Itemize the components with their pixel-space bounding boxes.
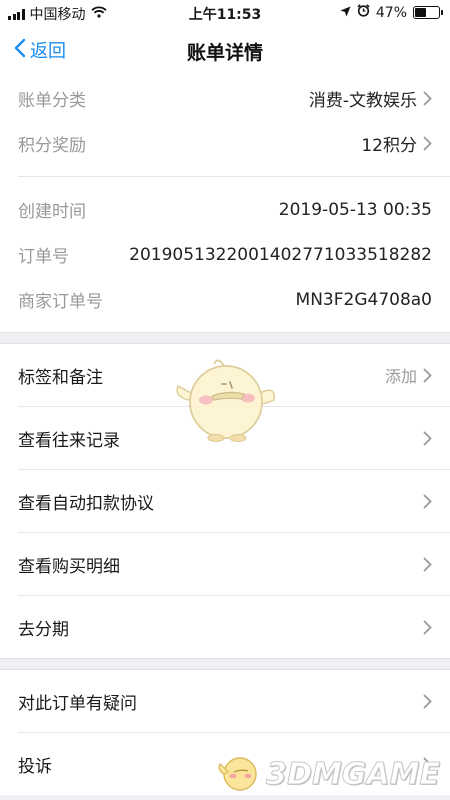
order-number-row: 订单号 20190513220014027710335182­82 (0, 232, 450, 277)
bill-category-row[interactable]: 账单分类 消费-文教娱乐 (0, 76, 450, 121)
battery-percent: 47% (375, 4, 407, 21)
created-time-label: 创建时间 (18, 202, 86, 222)
order-question-label: 对此订单有疑问 (18, 693, 137, 714)
created-time-row: 创建时间 2019-05-13 00:35 (0, 187, 450, 232)
support-group: 对此订单有疑问 投诉 (0, 670, 450, 795)
created-time-value: 2019-05-13 00:35 (278, 199, 432, 220)
points-reward-row[interactable]: 积分奖励 12积分 (0, 121, 450, 166)
bill-category-label: 账单分类 (18, 91, 86, 111)
chevron-right-icon (423, 494, 432, 509)
chevron-right-icon (423, 431, 432, 446)
order-number-label: 订单号 (18, 247, 69, 267)
page-title: 账单详情 (186, 42, 263, 64)
complaint-row[interactable]: 投诉 (0, 733, 450, 795)
add-label: 添加 (384, 367, 417, 386)
chevron-right-icon (423, 694, 432, 709)
complaint-label: 投诉 (18, 756, 52, 777)
points-reward-value[interactable]: 12积分 (361, 131, 432, 156)
tags-notes-label: 标签和备注 (18, 367, 103, 388)
tags-notes-row[interactable]: 标签和备注 添加 (0, 344, 450, 406)
nav-bar: 返回 账单详情 (0, 26, 450, 76)
points-reward-label: 积分奖励 (18, 136, 86, 156)
installment-label: 去分期 (18, 619, 69, 640)
back-label: 返回 (30, 41, 66, 62)
merchant-order-value: MN3F2G4708a0 (295, 289, 432, 310)
auto-debit-agreement-row[interactable]: 查看自动扣款协议 (0, 470, 450, 532)
actions-group: 标签和备注 添加 查看往来记录 查看自动扣款协议 查看购买明细 去分期 (0, 344, 450, 658)
battery-level-fill (415, 8, 426, 17)
status-right: 47% (340, 4, 443, 21)
section-gap (0, 332, 450, 344)
back-button[interactable]: 返回 (14, 37, 66, 63)
location-icon (340, 5, 351, 21)
chevron-right-icon (423, 620, 432, 635)
order-question-row[interactable]: 对此订单有疑问 (0, 670, 450, 732)
points-reward-text: 12积分 (361, 136, 417, 156)
chevron-right-icon (423, 91, 432, 106)
tags-notes-action[interactable]: 添加 (385, 363, 432, 387)
bill-category-value[interactable]: 消费-文教娱乐 (309, 86, 432, 111)
transaction-history-row[interactable]: 查看往来记录 (0, 407, 450, 469)
auto-debit-agreement-label: 查看自动扣款协议 (18, 493, 154, 514)
alarm-icon (357, 4, 370, 21)
bill-summary-group: 账单分类 消费-文教娱乐 积分奖励 12积分 创建时间 2019-05-13 0… (0, 76, 450, 332)
chevron-right-icon (423, 757, 432, 772)
installment-row[interactable]: 去分期 (0, 596, 450, 658)
section-gap (0, 658, 450, 670)
chevron-right-icon (423, 136, 432, 151)
chevron-right-icon (423, 368, 432, 383)
merchant-order-row: 商家订单号 MN3F2G4708a0 (0, 277, 450, 322)
chevron-left-icon (14, 38, 26, 63)
purchase-details-row[interactable]: 查看购买明细 (0, 533, 450, 595)
merchant-order-label: 商家订单号 (18, 292, 103, 312)
purchase-details-label: 查看购买明细 (18, 556, 120, 577)
transaction-history-label: 查看往来记录 (18, 430, 120, 451)
order-number-value: 20190513220014027710335182­82 (129, 244, 432, 265)
bill-category-text: 消费-文教娱乐 (308, 91, 417, 111)
battery-icon (413, 6, 443, 19)
chevron-right-icon (423, 557, 432, 572)
status-bar: 中国移动 上午11:53 47% (0, 0, 450, 26)
